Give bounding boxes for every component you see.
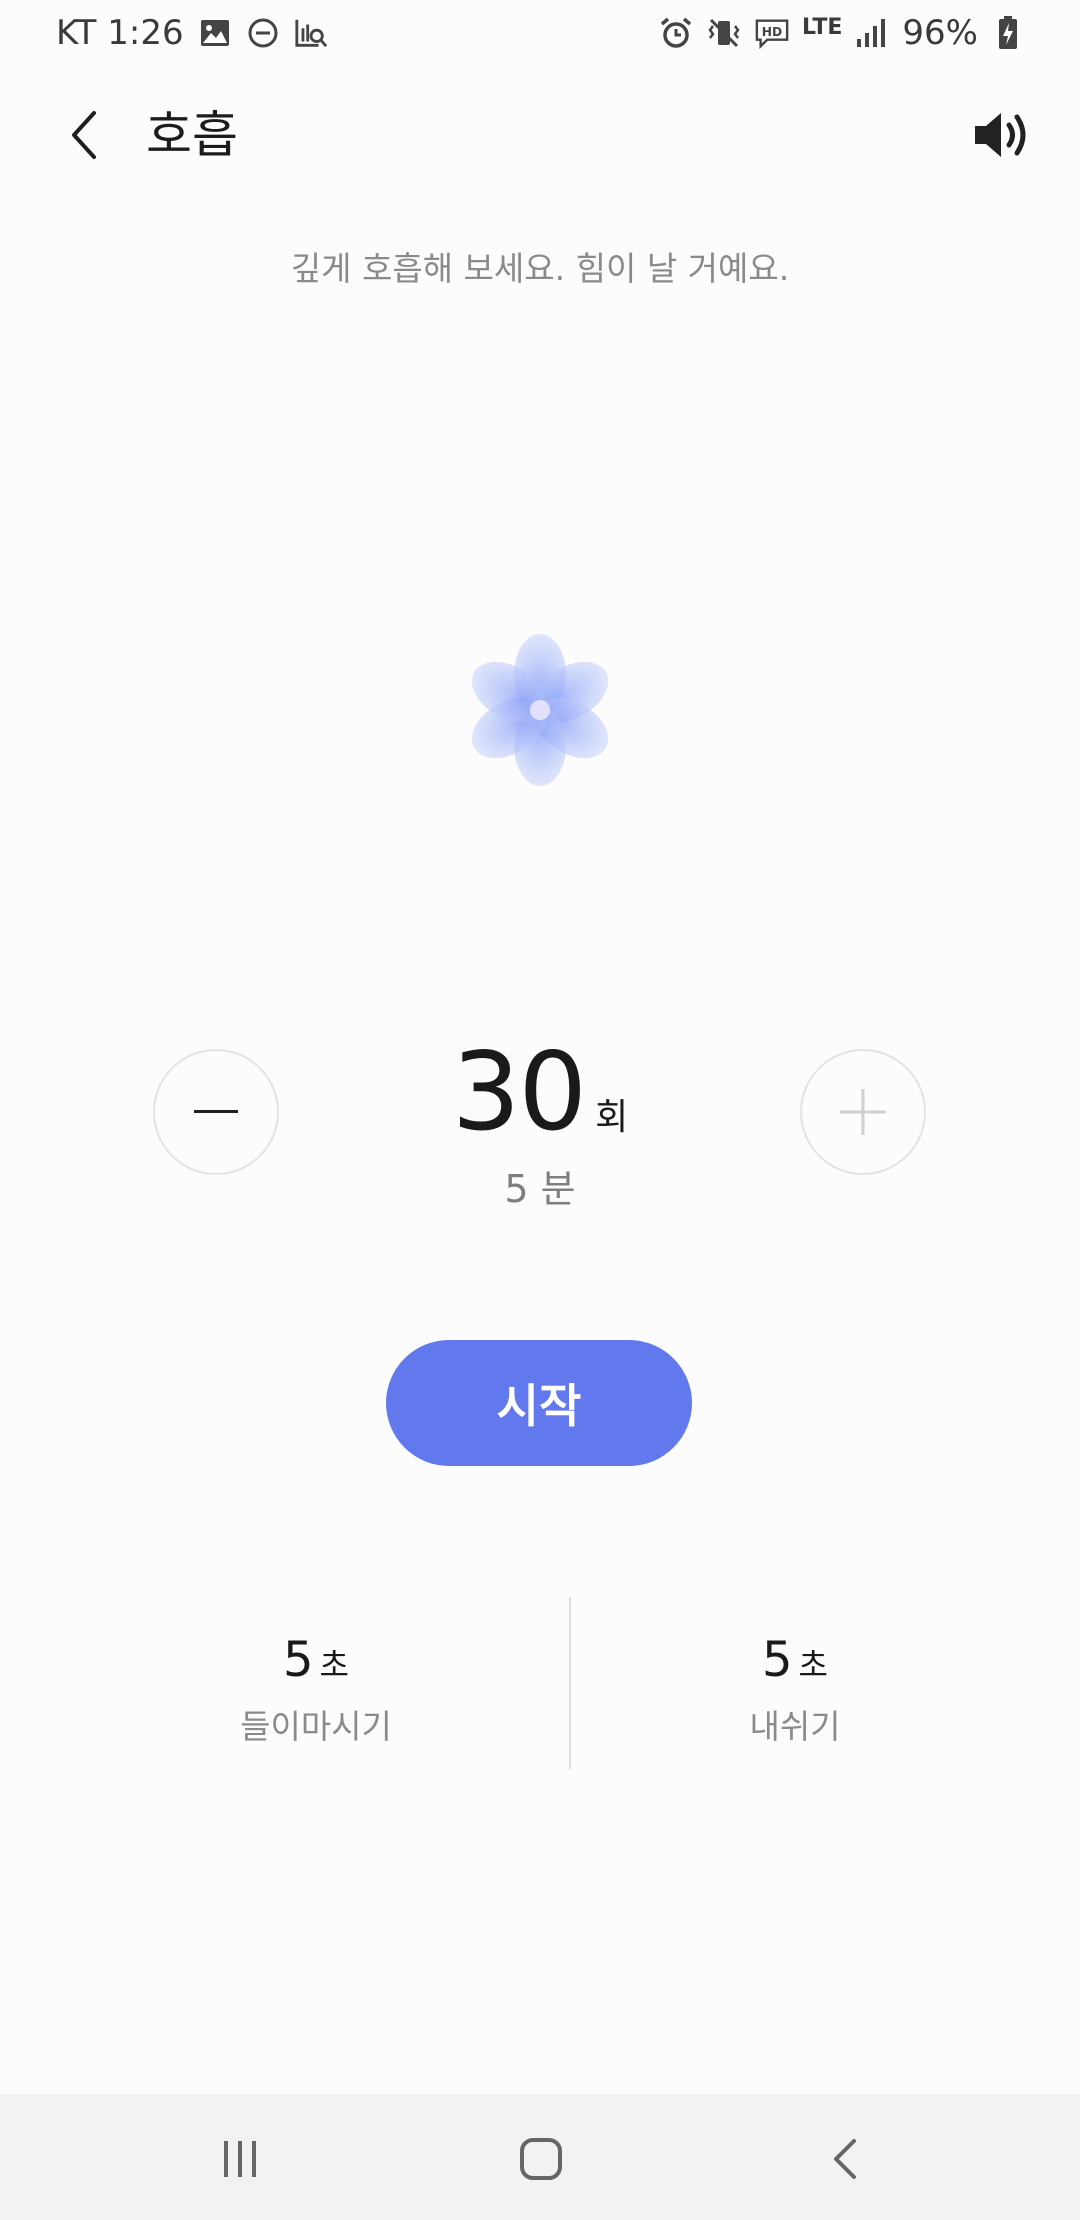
start-button[interactable]: 시작 xyxy=(386,1340,692,1466)
home-icon xyxy=(520,2138,562,2180)
navigation-bar xyxy=(0,2094,1080,2220)
inhale-stat: 5초 들이마시기 xyxy=(166,1630,466,1748)
recent-apps-button[interactable] xyxy=(205,2124,275,2194)
stats-divider xyxy=(569,1597,571,1769)
breath-count-value: 30 xyxy=(451,1030,587,1155)
battery-charging-icon xyxy=(990,15,1026,51)
recent-apps-icon xyxy=(224,2141,256,2177)
back-nav-button[interactable] xyxy=(810,2124,880,2194)
svg-text:HD: HD xyxy=(762,25,783,39)
exhale-unit: 초 xyxy=(798,1646,828,1684)
do-not-disturb-icon xyxy=(246,16,280,50)
hd-voice-icon: HD xyxy=(754,15,790,51)
exhale-seconds: 5 xyxy=(762,1632,793,1688)
gallery-icon xyxy=(198,16,232,50)
alarm-icon xyxy=(658,15,694,51)
increase-button[interactable] xyxy=(800,1049,926,1175)
battery-level: 96% xyxy=(902,13,978,53)
inhale-unit: 초 xyxy=(319,1646,349,1684)
subtitle: 깊게 호흡해 보세요. 힘이 날 거예요. xyxy=(290,249,790,288)
session-duration: 5 분 xyxy=(504,1167,576,1211)
back-button[interactable] xyxy=(50,102,116,168)
exhale-label: 내쉬기 xyxy=(749,1707,841,1746)
carrier-time: KT 1:26 xyxy=(56,13,184,53)
inhale-seconds: 5 xyxy=(283,1632,314,1688)
breath-count-unit: 회 xyxy=(595,1097,629,1138)
sound-button[interactable] xyxy=(966,102,1036,168)
chevron-left-icon xyxy=(72,111,96,159)
signal-icon xyxy=(854,15,890,51)
breathing-flower-icon xyxy=(471,634,609,786)
lte-icon: LTE xyxy=(802,14,843,40)
inhale-label: 들이마시기 xyxy=(240,1707,392,1746)
app-bar: 호흡 xyxy=(0,66,1080,206)
home-button[interactable] xyxy=(506,2124,576,2194)
plus-icon xyxy=(840,1089,886,1135)
vibrate-off-icon xyxy=(706,15,742,51)
speaker-icon xyxy=(975,113,1026,157)
back-icon xyxy=(834,2139,856,2179)
exhale-stat: 5초 내쉬기 xyxy=(645,1630,945,1748)
status-left: KT 1:26 xyxy=(56,8,328,58)
status-right: HD LTE 96% xyxy=(658,8,1026,58)
page-title: 호흡 xyxy=(146,106,238,164)
status-bar: KT 1:26 HD LTE 96% xyxy=(0,0,1080,66)
screen-search-icon xyxy=(294,16,328,50)
